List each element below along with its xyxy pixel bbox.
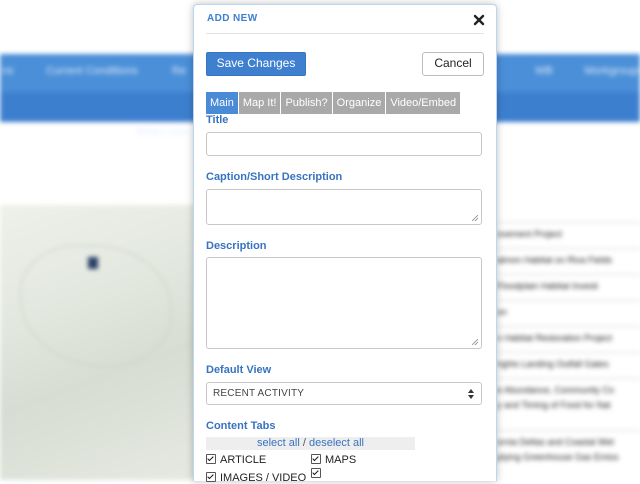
caption-label: Caption/Short Description <box>206 171 343 183</box>
checkbox-maps[interactable]: MAPS <box>311 454 356 466</box>
description-textarea[interactable] <box>206 257 482 349</box>
modal-tabs: Main Map It! Publish? Organize Video/Emb… <box>206 92 461 114</box>
default-view-label: Default View <box>206 364 272 376</box>
background-nav-item: ns <box>2 65 14 77</box>
background-list-item: almon Habitat on Riva Fields <box>497 255 613 265</box>
title-input[interactable] <box>206 132 482 156</box>
resize-handle-icon[interactable] <box>472 215 478 221</box>
content-tabs-label: Content Tabs <box>206 420 276 432</box>
checkbox-checked-icon[interactable] <box>206 454 216 464</box>
cancel-button[interactable]: Cancel <box>422 52 484 76</box>
deselect-all-link[interactable]: deselect all <box>309 437 364 449</box>
tab-video-embed[interactable]: Video/Embed <box>386 92 461 114</box>
checkbox-checked-icon[interactable] <box>206 472 216 482</box>
background-nav-item: Current Conditions <box>46 65 138 77</box>
checkbox-checked-icon[interactable] <box>311 454 321 464</box>
default-view-select[interactable]: RECENT ACTIVITY <box>206 382 482 405</box>
background-list-item: n Habitat Restoration Project <box>497 333 613 343</box>
background-list-item: y and Timing of Food for Nat <box>497 400 611 410</box>
caption-textarea[interactable] <box>206 189 482 225</box>
select-separator: / <box>302 437 306 449</box>
checkbox-label: MAPS <box>325 454 357 466</box>
background-map <box>0 205 200 480</box>
modal-title: ADD NEW <box>207 13 258 24</box>
background-list-item: rights Landing Outfall Gates <box>497 359 609 369</box>
checkbox-label: IMAGES / VIDEO <box>220 472 307 484</box>
background-list-item: e Abundance, Community Co <box>497 385 615 395</box>
default-view-value: RECENT ACTIVITY <box>213 388 305 399</box>
checkbox-unlabeled[interactable] <box>311 468 325 480</box>
tab-map-it[interactable]: Map It! <box>238 92 281 114</box>
background-nav-item: WB <box>535 65 553 77</box>
modal-divider <box>206 33 484 34</box>
tab-organize[interactable]: Organize <box>332 92 386 114</box>
select-toggle-bar: select all / deselect all <box>206 437 415 450</box>
checkbox-label: ARTICLE <box>220 454 267 466</box>
resize-handle-icon[interactable] <box>472 339 478 345</box>
description-label: Description <box>206 240 267 252</box>
select-arrows-icon <box>468 389 474 399</box>
save-changes-button[interactable]: Save Changes <box>206 52 306 76</box>
background-nav-item: Workgroups <box>584 65 640 77</box>
close-icon[interactable] <box>473 14 485 26</box>
background-list-item: plying Greenhouse Gas Emiss <box>497 452 619 462</box>
background-nav-item: Re <box>172 65 187 77</box>
tab-publish[interactable]: Publish? <box>281 92 332 114</box>
background-list-item: ovement Project <box>497 229 563 239</box>
select-all-link[interactable]: select all <box>257 437 300 449</box>
title-label: Title <box>206 114 229 126</box>
background-subnav: What's New <box>136 127 190 138</box>
add-new-modal: ADD NEW Save Changes Cancel Main Map It!… <box>193 4 497 484</box>
checkbox-article[interactable]: ARTICLE <box>206 454 266 466</box>
tab-main[interactable]: Main <box>206 92 238 114</box>
background-list-item: ornia Deltas and Coastal Wet <box>497 437 614 447</box>
checkbox-checked-icon[interactable] <box>311 468 321 478</box>
background-list-item: Floodplain Habitat Investi <box>497 281 599 291</box>
checkbox-images-video[interactable]: IMAGES / VIDEO <box>206 472 306 484</box>
background-list-item: on <box>497 307 508 317</box>
